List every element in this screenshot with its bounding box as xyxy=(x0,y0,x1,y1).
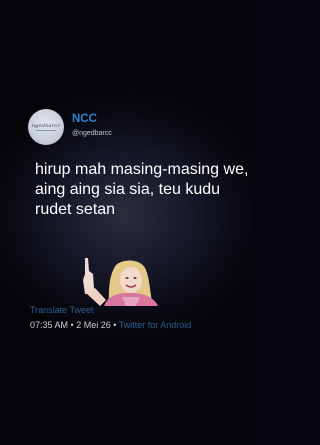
avatar-divider xyxy=(36,130,56,131)
tweet-text: hirup mah masing-masing we, aing aing si… xyxy=(35,161,249,218)
tweet-client-link[interactable]: Twitter for Android xyxy=(119,320,192,330)
meta-separator: • xyxy=(68,320,77,330)
user-handle[interactable]: @ngedbarcc xyxy=(72,130,112,137)
tweet-date: 2 Mei 26 xyxy=(76,320,111,330)
avatar-logo-text: ngedbarcc xyxy=(31,123,61,129)
meta-separator: • xyxy=(110,320,119,330)
pointing-woman-sticker xyxy=(83,258,158,306)
translate-tweet-link[interactable]: Translate Tweet xyxy=(30,305,94,315)
display-name[interactable]: NCC xyxy=(72,113,97,125)
avatar[interactable]: ngedbarcc xyxy=(28,109,64,145)
tweet-time: 07:35 AM xyxy=(30,320,69,330)
tweet-screen: ngedbarcc NCC @ngedbarcc hirup mah masin… xyxy=(0,0,250,445)
tweet-meta: 07:35 AM • 2 Mei 26 • Twitter for Androi… xyxy=(30,320,191,330)
